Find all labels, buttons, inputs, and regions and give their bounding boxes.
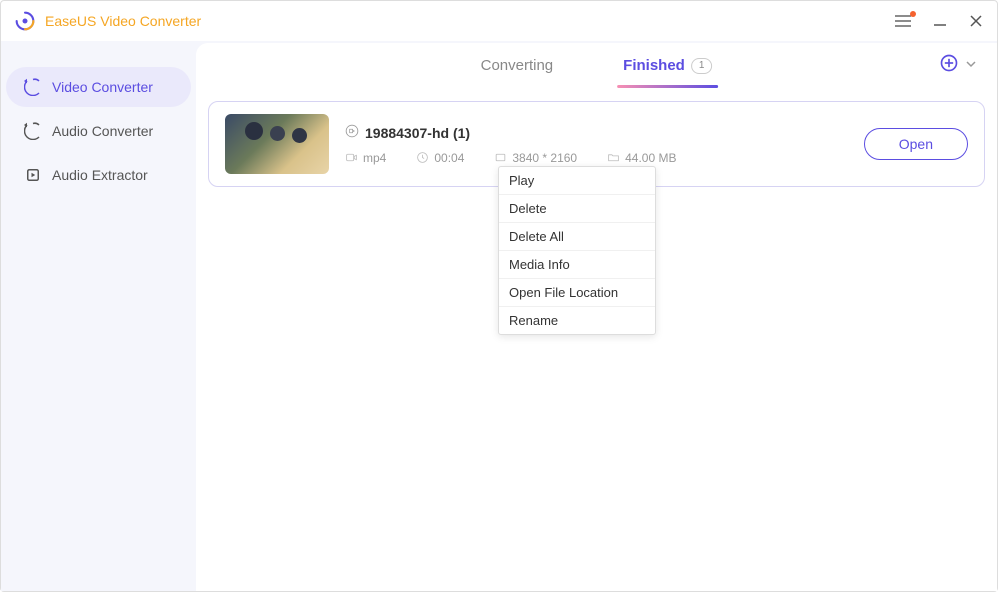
titlebar: EaseUS Video Converter [1,1,997,41]
ctx-play[interactable]: Play [499,167,655,195]
file-info: 19884307-hd (1) mp4 00:04 [345,124,864,165]
tab-finished[interactable]: Finished 1 [623,43,712,88]
tab-converting[interactable]: Converting [481,43,554,88]
sidebar: Video Converter Audio Converter Audio Ex… [1,41,196,591]
tabs-row: Converting Finished 1 [196,43,997,89]
sidebar-item-label: Audio Converter [52,123,153,139]
ctx-delete[interactable]: Delete [499,195,655,223]
folder-icon [607,151,620,164]
sidebar-item-label: Video Converter [52,79,153,95]
sidebar-item-label: Audio Extractor [52,167,148,183]
clock-icon [416,151,429,164]
minimize-button[interactable] [933,14,947,28]
meta-format: mp4 [345,151,386,165]
add-button[interactable] [939,53,959,78]
context-menu: Play Delete Delete All Media Info Open F… [498,166,656,335]
sidebar-item-audio-extractor[interactable]: Audio Extractor [6,155,191,195]
meta-duration: 00:04 [416,151,464,165]
video-thumbnail [225,114,329,174]
audio-extractor-icon [24,166,42,184]
audio-converter-icon [24,122,42,140]
window-controls [895,14,983,28]
content-area: 19884307-hd (1) mp4 00:04 [196,89,997,591]
meta-size: 44.00 MB [607,151,676,165]
resolution-icon [494,151,507,164]
ctx-media-info[interactable]: Media Info [499,251,655,279]
ctx-open-file-location[interactable]: Open File Location [499,279,655,307]
tab-label: Finished [623,57,685,74]
sidebar-item-audio-converter[interactable]: Audio Converter [6,111,191,151]
sidebar-item-video-converter[interactable]: Video Converter [6,67,191,107]
close-button[interactable] [969,14,983,28]
format-icon [345,151,358,164]
open-button[interactable]: Open [864,128,968,160]
app-title: EaseUS Video Converter [45,13,201,29]
ctx-delete-all[interactable]: Delete All [499,223,655,251]
video-file-icon [345,124,359,143]
meta-resolution: 3840 * 2160 [494,151,577,165]
app-logo-icon [15,11,35,31]
ctx-rename[interactable]: Rename [499,307,655,334]
notification-dot-icon [910,11,916,17]
chevron-down-icon[interactable] [965,57,977,75]
menu-button[interactable] [895,14,911,28]
tab-label: Converting [481,57,554,74]
finished-count-badge: 1 [691,58,713,74]
file-name: 19884307-hd (1) [365,125,470,141]
video-converter-icon [24,78,42,96]
